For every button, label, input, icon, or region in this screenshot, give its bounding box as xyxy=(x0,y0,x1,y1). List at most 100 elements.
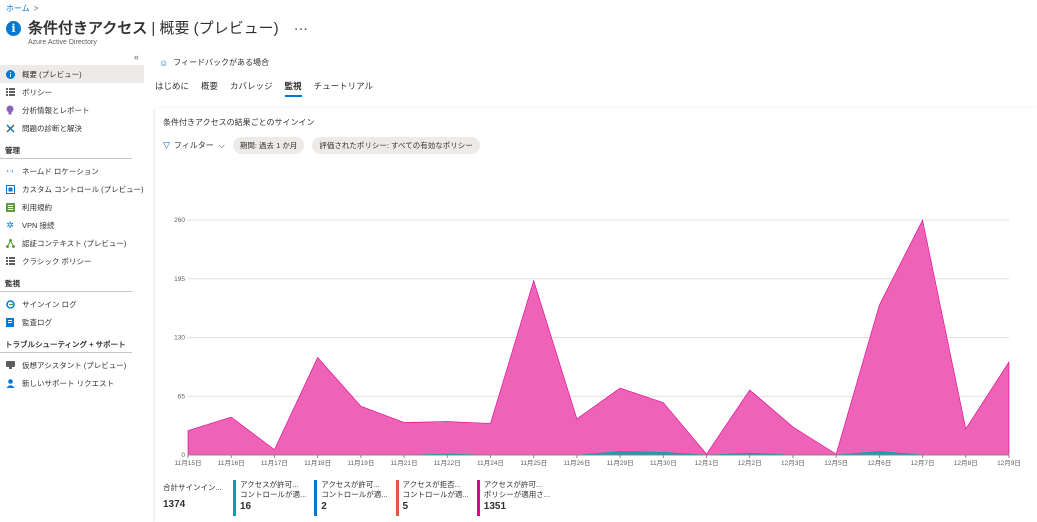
page-header: i 条件付きアクセス | 概要 (プレビュー) ··· Azure Active… xyxy=(6,17,309,46)
section-monitor: 監視 xyxy=(0,270,132,292)
info-icon: i xyxy=(6,21,21,36)
filter-icon: ▽ xyxy=(163,140,170,151)
sidebar-item-label: VPN 接続 xyxy=(22,220,55,231)
policy-filter-pill[interactable]: 評価されたポリシー: すべての有効なポリシー xyxy=(312,137,479,154)
sidebar-item-vpn[interactable]: ✲ VPN 接続 xyxy=(0,216,144,234)
legend-value: 1374 xyxy=(163,499,227,510)
sidebar-item-overview[interactable]: 概要 (プレビュー) xyxy=(0,65,144,83)
tab-coverage[interactable]: カバレッジ xyxy=(230,80,273,97)
breadcrumb: ホーム > xyxy=(6,3,38,14)
sidebar-item-custom-controls[interactable]: カスタム コントロール (プレビュー) xyxy=(0,180,144,198)
y-tick-label: 195 xyxy=(174,276,185,283)
section-manage: 管理 xyxy=(0,137,132,159)
sidebar-item-diagnose[interactable]: 問題の診断と解決 xyxy=(0,119,144,137)
sidebar-item-label: 監査ログ xyxy=(22,317,52,328)
y-tick-label: 0 xyxy=(181,452,185,459)
sidebar-item-label: ネームド ロケーション xyxy=(22,166,99,177)
collapse-sidebar-button[interactable]: « xyxy=(134,52,139,62)
page-title-main: 条件付きアクセス xyxy=(28,17,147,38)
gear-icon: ✲ xyxy=(5,220,15,230)
x-tick-label: 11月25日 xyxy=(520,459,547,467)
page-title-sub: 概要 (プレビュー) xyxy=(160,17,279,38)
y-tick-label: 130 xyxy=(174,335,185,342)
sidebar-item-insights[interactable]: 分析情報とレポート xyxy=(0,101,144,119)
legend-value: 5 xyxy=(403,501,469,512)
legend-sublabel: コントロールが適... xyxy=(321,490,387,500)
x-tick-label: 12月3日 xyxy=(781,459,805,467)
section-support: トラブルシューティング + サポート xyxy=(0,331,132,353)
legend-item-denied[interactable]: アクセスが拒否... コントロールが適... 5 xyxy=(396,480,469,516)
legend-sublabel: コントロールが適... xyxy=(403,490,469,500)
sidebar-item-label: ポリシー xyxy=(22,87,52,98)
wrench-icon xyxy=(5,123,15,133)
chart-legend: 合計サインイン... 1374 アクセスが許可... コントロールが適... 1… xyxy=(163,480,558,516)
sidebar-item-auth-context[interactable]: 認証コンテキスト (プレビュー) xyxy=(0,234,144,252)
x-tick-label: 11月18日 xyxy=(304,459,331,467)
sidebar-item-label: 利用規約 xyxy=(22,202,52,213)
page-subtitle: Azure Active Directory xyxy=(28,39,309,46)
chart-card: 条件付きアクセスの結果ごとのサインイン ▽ フィルター ⌵ 期間: 過去 1 か… xyxy=(155,108,1037,522)
chevron-down-icon: ⌵ xyxy=(219,141,225,151)
sidebar-item-new-support-request[interactable]: 新しいサポート リクエスト xyxy=(0,374,144,392)
sidebar-item-terms-of-use[interactable]: 利用規約 xyxy=(0,198,144,216)
x-tick-label: 11月26日 xyxy=(563,459,590,467)
legend-value: 1351 xyxy=(484,501,550,512)
breadcrumb-home[interactable]: ホーム xyxy=(6,3,30,14)
sidebar-item-classic-policies[interactable]: クラシック ポリシー xyxy=(0,252,144,270)
tab-tutorials[interactable]: チュートリアル xyxy=(314,80,373,97)
legend-item-granted-policy[interactable]: アクセスが許可... ポリシーが適用さ... 1351 xyxy=(477,480,550,516)
sidebar-item-label: サインイン ログ xyxy=(22,299,77,310)
filter-label: フィルター xyxy=(174,140,214,151)
sidebar-item-label: 問題の診断と解決 xyxy=(22,123,82,134)
sidebar-item-virtual-assistant[interactable]: 仮想アシスタント (プレビュー) xyxy=(0,356,144,374)
x-tick-label: 11月30日 xyxy=(650,459,677,467)
page-title: 条件付きアクセス | 概要 (プレビュー) ··· xyxy=(28,17,309,38)
period-filter-pill[interactable]: 期間: 過去 1 か月 xyxy=(233,137,305,154)
audit-icon xyxy=(5,317,15,327)
control-icon xyxy=(5,184,15,194)
sidebar-item-label: 認証コンテキスト (プレビュー) xyxy=(22,238,126,249)
legend-label: 合計サインイン... xyxy=(163,483,227,493)
filter-row: ▽ フィルター ⌵ 期間: 過去 1 か月 評価されたポリシー: すべての有効な… xyxy=(163,137,480,154)
sidebar-item-signin-logs[interactable]: サインイン ログ xyxy=(0,295,144,313)
page-title-separator: | xyxy=(147,20,159,37)
legend-value: 2 xyxy=(321,501,387,512)
tab-getting-started[interactable]: はじめに xyxy=(155,80,189,97)
sidebar-item-label: 分析情報とレポート xyxy=(22,105,90,116)
feedback-icon: ☺ xyxy=(159,58,168,68)
x-tick-label: 12月1日 xyxy=(695,459,719,467)
legend-color-bar xyxy=(396,480,399,516)
x-tick-label: 12月2日 xyxy=(738,459,762,467)
x-tick-label: 12月7日 xyxy=(911,459,935,467)
filter-button[interactable]: ▽ フィルター ⌵ xyxy=(163,140,225,151)
legend-label: アクセスが許可... xyxy=(484,480,550,490)
x-tick-label: 11月29日 xyxy=(607,459,634,467)
feedback-label: フィードバックがある場合 xyxy=(173,57,269,68)
sidebar-item-label: クラシック ポリシー xyxy=(22,256,91,267)
feedback-link[interactable]: ☺ フィードバックがある場合 xyxy=(159,57,269,68)
lightbulb-icon xyxy=(5,105,15,115)
list-icon xyxy=(5,87,15,97)
tab-overview[interactable]: 概要 xyxy=(201,80,218,97)
sidebar: « 概要 (プレビュー) ポリシー 分析情報とレポート 問題の診断と解決 管理 … xyxy=(0,52,144,392)
tab-bar: はじめに 概要 カバレッジ 監視 チュートリアル xyxy=(155,80,373,97)
more-options-button[interactable]: ··· xyxy=(295,24,309,36)
legend-label: アクセスが拒否... xyxy=(403,480,469,490)
tab-monitoring[interactable]: 監視 xyxy=(285,80,302,97)
legend-sublabel: コントロールが適... xyxy=(240,490,306,500)
assistant-icon xyxy=(5,360,15,370)
sidebar-item-label: 新しいサポート リクエスト xyxy=(22,378,114,389)
signin-icon xyxy=(5,299,15,309)
x-tick-label: 11月22日 xyxy=(434,459,461,467)
network-icon xyxy=(5,238,15,248)
sidebar-item-audit-logs[interactable]: 監査ログ xyxy=(0,313,144,331)
y-tick-label: 260 xyxy=(174,217,185,224)
legend-value: 16 xyxy=(240,501,306,512)
y-tick-label: 65 xyxy=(178,393,186,400)
sidebar-item-policies[interactable]: ポリシー xyxy=(0,83,144,101)
legend-item-granted-controls-2[interactable]: アクセスが許可... コントロールが適... 2 xyxy=(314,480,387,516)
chart-title: 条件付きアクセスの結果ごとのサインイン xyxy=(163,117,315,128)
legend-total[interactable]: 合計サインイン... 1374 xyxy=(163,480,227,516)
sidebar-item-named-locations[interactable]: ‹·› ネームド ロケーション xyxy=(0,162,144,180)
legend-item-granted-controls-1[interactable]: アクセスが許可... コントロールが適... 16 xyxy=(233,480,306,516)
